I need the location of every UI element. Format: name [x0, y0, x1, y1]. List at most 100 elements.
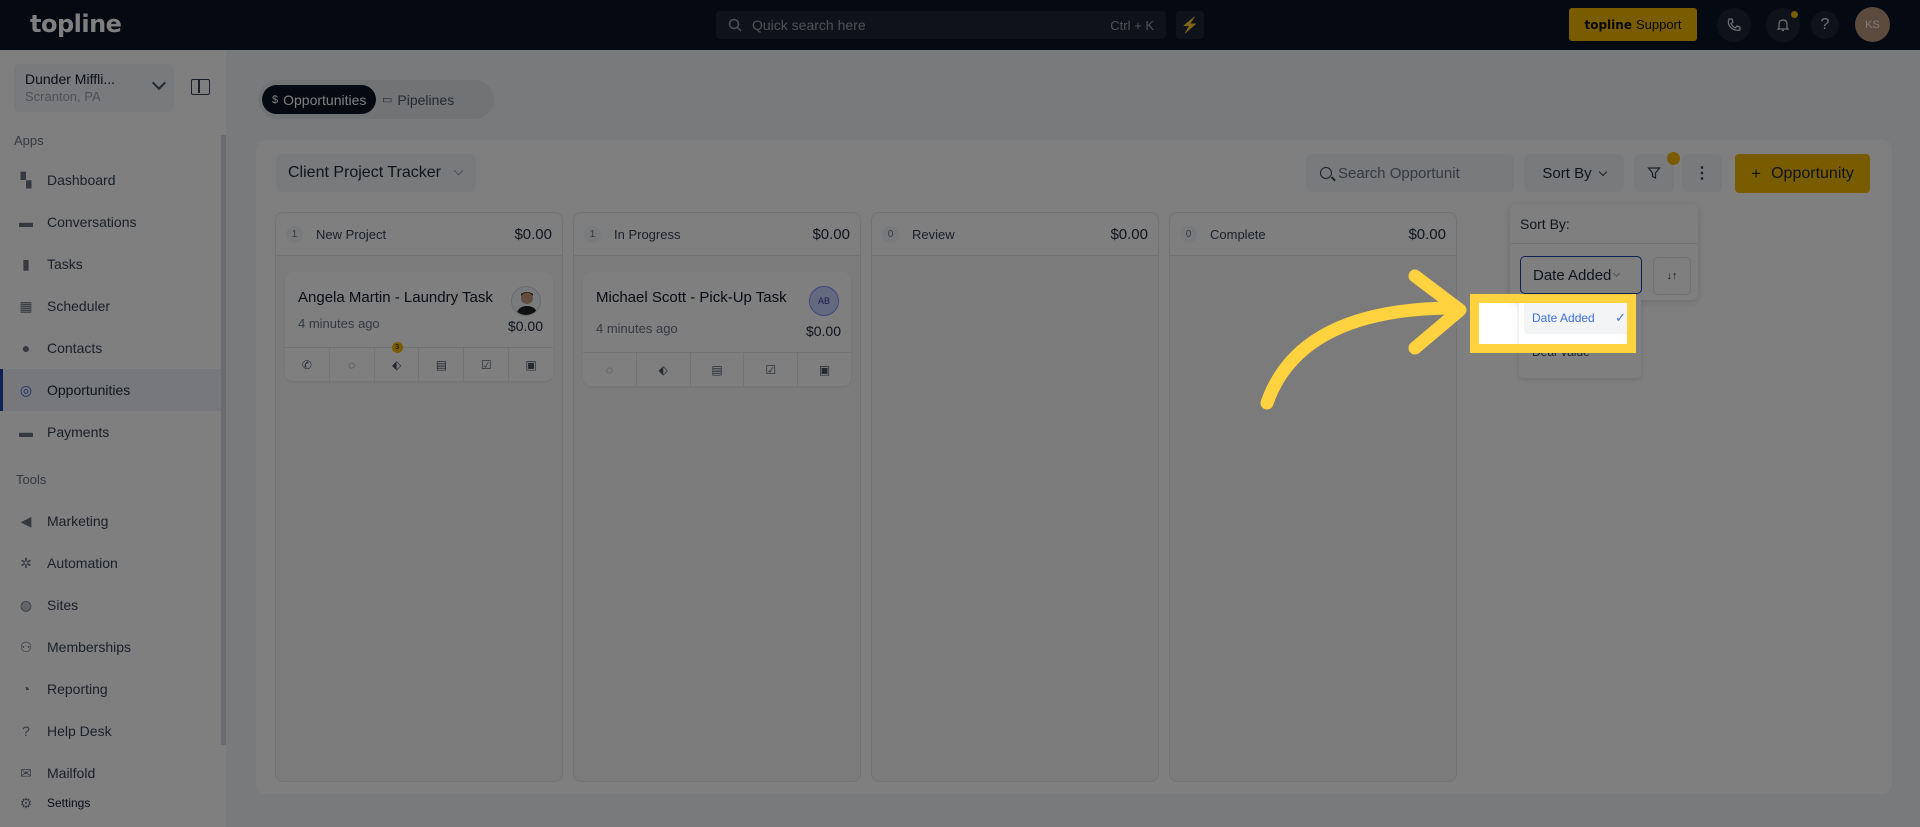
tasks-action[interactable]: ☑: [464, 348, 510, 381]
tasks-action[interactable]: ☑: [744, 353, 799, 386]
more-options-button[interactable]: ⋮: [1682, 154, 1722, 192]
sort-by-button[interactable]: Sort By: [1524, 154, 1624, 192]
tag-icon: ⬖: [391, 357, 402, 372]
sidebar-item-label: Tasks: [47, 256, 83, 272]
sidebar-item-help-desk[interactable]: ? Help Desk: [0, 710, 221, 752]
assignee-avatar[interactable]: [511, 286, 541, 316]
card-amount: $0.00: [805, 323, 841, 339]
sidebar-item-memberships[interactable]: ⚇ Memberships: [0, 626, 221, 668]
pie-chart-icon: ◔: [21, 681, 31, 697]
calendar-icon: ▦: [19, 297, 33, 314]
sidebar-item-marketing[interactable]: ◀ Marketing: [0, 500, 221, 542]
appointment-action[interactable]: ▣: [798, 353, 851, 386]
notes-action[interactable]: ▤: [419, 348, 465, 381]
search-icon: [728, 18, 742, 32]
sidebar-item-contacts[interactable]: ● Contacts: [0, 327, 221, 369]
top-bar: topline Quick search here Ctrl + K ⚡ top…: [0, 0, 1920, 50]
sort-option-date-added[interactable]: Date Added ✓: [1524, 302, 1636, 334]
sort-field-select[interactable]: Date Added: [1520, 256, 1642, 294]
appointment-action[interactable]: ▣: [509, 348, 553, 381]
add-opportunity-button[interactable]: + Opportunity: [1735, 154, 1870, 193]
sort-option-deal-value[interactable]: Deal Value: [1524, 336, 1636, 368]
chat-icon: ◌: [605, 362, 613, 377]
person-photo-icon: [516, 292, 538, 315]
stage-title: Complete: [1210, 226, 1266, 242]
support-button[interactable]: topline Support: [1569, 8, 1697, 41]
card-time: 4 minutes ago: [596, 321, 678, 336]
bell-icon: [1776, 19, 1790, 32]
stage-count: 0: [882, 225, 899, 243]
support-label: Support: [1635, 17, 1682, 32]
phone-button[interactable]: [1717, 8, 1751, 42]
sidebar-item-label: Automation: [47, 555, 118, 571]
notification-dot: [1791, 11, 1798, 18]
sidebar-item-scheduler[interactable]: ▦ Scheduler: [0, 285, 221, 327]
topline-logo[interactable]: topline: [30, 10, 122, 38]
quick-search-placeholder: Quick search here: [752, 17, 866, 33]
org-name: Dunder Miffli...: [25, 71, 115, 87]
opportunity-card[interactable]: Michael Scott - Pick-Up Task 4 minutes a…: [583, 272, 851, 386]
sort-field-value: Date Added: [1533, 266, 1612, 284]
sidebar-item-payments[interactable]: ▬ Payments: [0, 411, 221, 453]
collapse-sidebar-icon[interactable]: [191, 79, 210, 95]
sidebar-item-reporting[interactable]: ◔ Reporting: [0, 668, 221, 710]
credit-card-icon: ▬: [19, 424, 33, 440]
option-label: Deal Value: [1532, 345, 1590, 359]
pipeline-icon: ▭: [382, 94, 393, 106]
sidebar-item-sites[interactable]: ◍ Sites: [0, 584, 221, 626]
sidebar-item-automation[interactable]: ✲ Automation: [0, 542, 221, 584]
stage-column-complete: 0 Complete $0.00: [1169, 212, 1457, 782]
column-header: 1 In Progress $0.00: [574, 213, 860, 256]
sidebar: Dunder Miffli... Scranton, PA Apps ▚ Dash…: [0, 50, 226, 827]
contacts-icon: ●: [21, 340, 31, 356]
filter-icon: [1647, 167, 1661, 179]
target-icon: ◎: [19, 381, 33, 398]
sidebar-item-label: Marketing: [47, 513, 109, 529]
tags-action[interactable]: ⬖: [637, 353, 691, 386]
notes-action[interactable]: ▤: [691, 353, 745, 386]
tags-action[interactable]: 3 ⬖: [375, 342, 420, 381]
help-button[interactable]: ?: [1811, 11, 1839, 39]
assignee-avatar[interactable]: AB: [809, 286, 839, 316]
message-action[interactable]: ◌: [583, 353, 637, 386]
card-title: Angela Martin - Laundry Task: [298, 289, 493, 306]
dollar-circle-icon: $: [272, 93, 279, 106]
option-label: Date Added: [1532, 311, 1595, 325]
apps-section-label: Apps: [14, 133, 44, 148]
chevron-down-icon: [453, 165, 464, 176]
stage-title: Review: [912, 226, 955, 242]
sidebar-item-opportunities[interactable]: ◎ Opportunities: [0, 369, 221, 411]
sidebar-item-settings[interactable]: ⚙ Settings: [0, 787, 221, 819]
sidebar-item-tasks[interactable]: ▮ Tasks: [0, 243, 221, 285]
sidebar-item-conversations[interactable]: ▬ Conversations: [0, 201, 221, 243]
gears-icon: ✲: [20, 554, 32, 571]
message-action[interactable]: ◌: [330, 348, 375, 381]
checkbox-icon: ☑: [765, 362, 777, 377]
sidebar-item-label: Conversations: [47, 214, 137, 230]
card-time: 4 minutes ago: [298, 316, 380, 331]
lightning-bolt-button[interactable]: ⚡: [1176, 11, 1204, 39]
org-location: Scranton, PA: [25, 89, 101, 104]
calendar-add-icon: ▣: [818, 362, 831, 377]
bolt-icon: ⚡: [1180, 17, 1200, 34]
tab-opportunities[interactable]: $ Opportunities: [262, 85, 377, 114]
avatar-initials: AB: [817, 296, 830, 306]
chevron-down-icon: [1598, 167, 1607, 176]
call-action[interactable]: ✆: [285, 348, 330, 381]
dashboard-icon: ▚: [20, 171, 32, 188]
opportunity-card[interactable]: Angela Martin - Laundry Task 4 minutes a…: [285, 272, 553, 381]
pipeline-select[interactable]: Client Project Tracker: [276, 154, 476, 192]
sort-direction-button[interactable]: ↓↑: [1653, 257, 1691, 295]
search-opportunities-input[interactable]: Search Opportunit: [1306, 154, 1514, 192]
quick-search-input[interactable]: Quick search here Ctrl + K: [716, 11, 1166, 39]
card-amount: $0.00: [507, 318, 543, 334]
org-switcher[interactable]: Dunder Miffli... Scranton, PA: [14, 64, 174, 112]
column-header: 1 New Project $0.00: [276, 213, 562, 256]
sidebar-item-dashboard[interactable]: ▚ Dashboard: [0, 159, 221, 201]
sidebar-item-label: Reporting: [47, 681, 108, 697]
sidebar-item-label: Contacts: [47, 340, 103, 356]
question-circle-icon: ?: [22, 723, 30, 739]
tab-pipelines[interactable]: ▭ Pipelines: [372, 85, 464, 114]
user-avatar[interactable]: KS: [1855, 7, 1890, 42]
user-initials: KS: [1865, 18, 1880, 31]
